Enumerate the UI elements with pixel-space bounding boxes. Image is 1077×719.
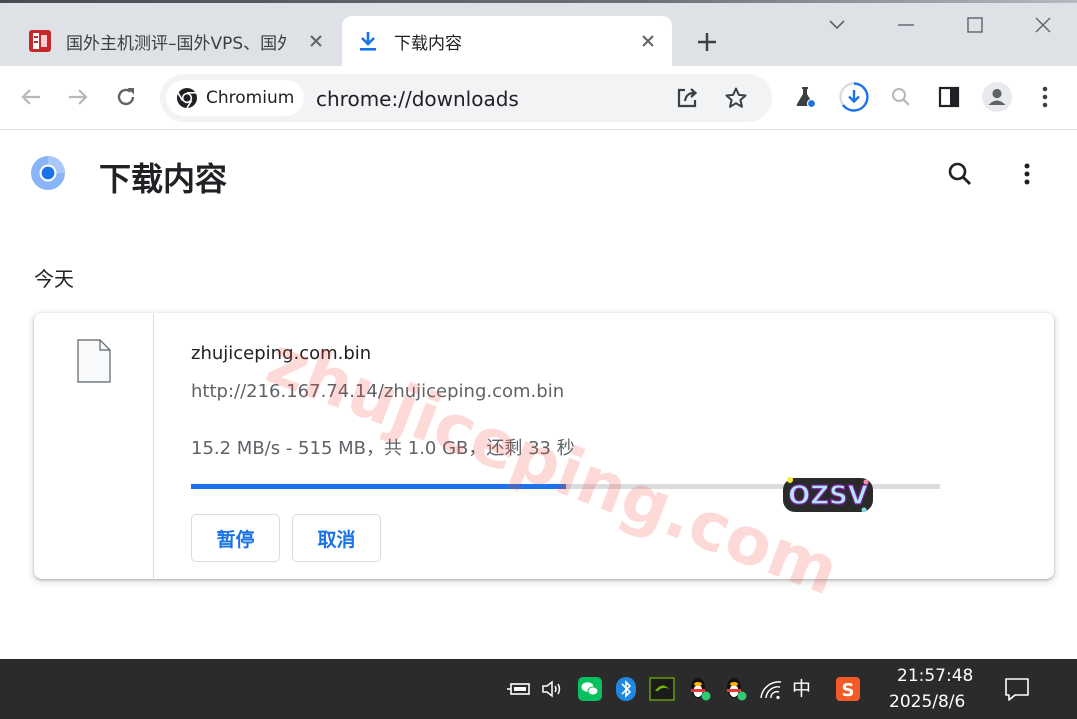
back-button[interactable] <box>16 82 46 112</box>
experiments-flask-icon[interactable] <box>790 82 820 112</box>
download-icon <box>356 29 380 53</box>
close-tab-icon[interactable] <box>636 29 660 53</box>
share-icon[interactable] <box>672 83 702 113</box>
wifi-icon[interactable] <box>757 675 785 703</box>
bluetooth-icon[interactable] <box>612 675 640 703</box>
profile-avatar-icon[interactable] <box>980 80 1014 114</box>
chromium-logo-icon <box>176 87 198 109</box>
new-tab-button[interactable] <box>692 27 722 57</box>
download-status-text: 15.2 MB/s - 515 MB，共 1.0 GB，还剩 33 秒 <box>191 438 575 459</box>
notifications-icon[interactable] <box>1003 675 1031 703</box>
file-icon <box>76 339 112 383</box>
chrome-menu-icon[interactable] <box>1030 82 1060 112</box>
wechat-icon[interactable] <box>576 675 604 703</box>
tab-title: 国外主机测评–国外VPS、国外 <box>66 33 286 54</box>
zoom-search-icon[interactable] <box>886 82 916 112</box>
side-panel-icon[interactable] <box>934 82 964 112</box>
chromium-chip[interactable]: Chromium <box>166 80 304 116</box>
ime-indicator[interactable]: 中 <box>792 674 811 701</box>
close-tab-icon[interactable] <box>304 29 328 53</box>
file-name-link[interactable]: zhujiceping.com.bin <box>191 343 371 364</box>
page-title: 下载内容 <box>99 160 228 198</box>
site-logo-icon <box>28 29 52 53</box>
tab-downloads[interactable]: 下载内容 <box>342 16 672 66</box>
window-top-edge <box>0 0 1077 3</box>
chip-label: Chromium <box>206 88 295 108</box>
downloads-toolbar-icon[interactable] <box>837 80 871 114</box>
forward-button[interactable] <box>63 82 93 112</box>
url-text[interactable]: chrome://downloads <box>316 87 519 111</box>
tab-title: 下载内容 <box>394 33 462 54</box>
tab-search-chevron-icon[interactable] <box>820 10 854 40</box>
search-downloads-icon[interactable] <box>944 158 976 190</box>
bookmark-star-icon[interactable] <box>721 83 751 113</box>
browser-toolbar: Chromium chrome://downloads <box>0 66 1077 130</box>
power-plug-icon[interactable] <box>505 675 533 703</box>
more-actions-icon[interactable] <box>1012 158 1042 190</box>
cancel-button[interactable]: 取消 <box>292 514 381 562</box>
pause-button[interactable]: 暂停 <box>191 514 280 562</box>
minimize-button[interactable] <box>889 10 923 40</box>
clock-date[interactable]: 2025/8/6 <box>889 692 965 712</box>
qq-penguin-icon[interactable] <box>685 674 713 702</box>
chromium-page-logo-icon <box>30 155 66 191</box>
download-icon-column <box>34 313 154 579</box>
clock-time[interactable]: 21:57:48 <box>897 666 973 686</box>
svg-text:OZSV: OZSV <box>788 481 868 511</box>
file-source-url[interactable]: http://216.167.74.14/zhujiceping.com.bin <box>191 381 564 402</box>
tab-zhujiceping[interactable]: 国外主机测评–国外VPS、国外 <box>14 16 340 66</box>
nvidia-icon[interactable] <box>648 675 676 703</box>
download-progress-fill <box>191 484 566 489</box>
reload-button[interactable] <box>111 82 141 112</box>
qq-penguin-icon[interactable] <box>721 674 749 702</box>
maximize-button[interactable] <box>958 10 992 40</box>
ozsv-sticker-logo: OZSV <box>780 472 876 518</box>
volume-icon[interactable] <box>539 675 567 703</box>
svg-text:S: S <box>842 680 855 701</box>
download-item-card: zhujiceping.com.bin http://216.167.74.14… <box>34 313 1054 579</box>
close-window-button[interactable] <box>1026 10 1060 40</box>
address-bar[interactable]: Chromium chrome://downloads <box>160 74 772 122</box>
date-section-header: 今天 <box>34 267 74 291</box>
sogou-ime-icon[interactable]: S <box>834 675 862 703</box>
tab-strip: 国外主机测评–国外VPS、国外 下载内容 <box>0 0 1077 66</box>
